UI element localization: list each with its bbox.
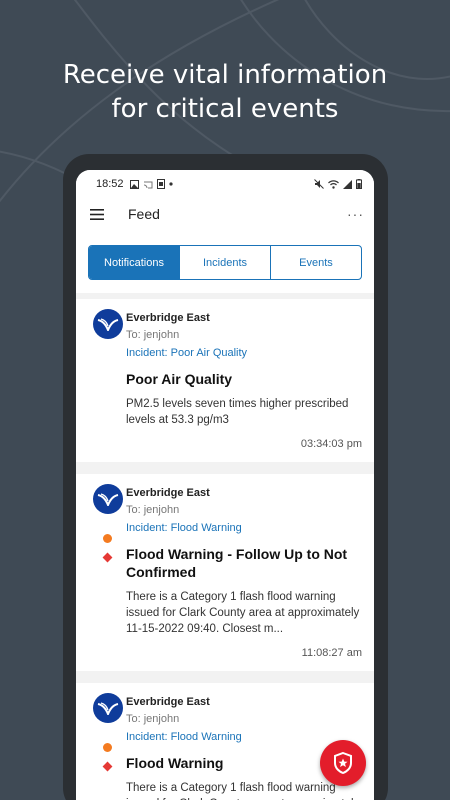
alert-title: Flood Warning - Follow Up to Not Confirm… — [126, 546, 348, 580]
dot-icon — [168, 182, 173, 186]
notification-feed: Everbridge East To: jenjohn Incident: Po… — [76, 293, 374, 800]
feed-tabs: Notifications Incidents Events — [88, 245, 362, 280]
alert-title: Poor Air Quality — [126, 371, 233, 387]
recipient: To: jenjohn — [126, 504, 180, 516]
tab-events[interactable]: Events — [270, 246, 361, 279]
alert-body: There is a Category 1 flash flood warnin… — [126, 591, 360, 635]
sender-name: Everbridge East — [126, 312, 210, 324]
status-bar: 18:52 — [76, 170, 374, 198]
signal-icon — [343, 179, 352, 189]
tab-bar-container: Notifications Incidents Events — [76, 230, 374, 293]
status-dot-icon — [103, 743, 112, 752]
battery-icon — [356, 179, 362, 189]
tab-incidents[interactable]: Incidents — [179, 246, 270, 279]
emergency-fab-button[interactable] — [320, 740, 366, 786]
image-icon — [129, 179, 139, 189]
status-dot-icon — [103, 534, 112, 543]
incident-link[interactable]: Incident: Poor Air Quality — [126, 346, 362, 360]
shield-star-icon — [334, 752, 352, 774]
severity-diamond-icon — [102, 761, 113, 772]
recipient: To: jenjohn — [126, 329, 180, 341]
marketing-headline: Receive vital information for critical e… — [0, 58, 450, 126]
incident-link[interactable]: Incident: Flood Warning — [126, 521, 362, 535]
headline-line-1: Receive vital information — [62, 60, 388, 90]
sim-icon — [156, 179, 165, 189]
severity-diamond-icon — [102, 552, 113, 563]
everbridge-logo-icon — [92, 693, 123, 723]
everbridge-logo-icon — [92, 484, 123, 514]
status-system-icons — [314, 179, 362, 189]
alert-body: There is a Category 1 flash flood warnin… — [126, 782, 359, 800]
wifi-icon — [328, 179, 339, 189]
sender-name: Everbridge East — [126, 487, 210, 499]
alert-body: PM2.5 levels seven times higher prescrib… — [126, 398, 349, 426]
alert-time: 11:08:27 am — [301, 647, 362, 659]
more-options-icon[interactable]: ··· — [347, 206, 364, 222]
app-bar: Feed ··· — [76, 198, 374, 230]
notification-card[interactable]: Everbridge East To: jenjohn Incident: Fl… — [76, 474, 374, 671]
cast-icon — [143, 181, 153, 188]
recipient: To: jenjohn — [126, 713, 180, 725]
sender-name: Everbridge East — [126, 696, 210, 708]
hamburger-menu-icon[interactable] — [90, 208, 104, 220]
notification-card[interactable]: Everbridge East To: jenjohn Incident: Po… — [76, 299, 374, 462]
headline-line-2: for critical events — [111, 94, 339, 124]
phone-screen: 18:52 Feed ··· Notifications Incidents E… — [76, 170, 374, 800]
mute-icon — [314, 179, 324, 189]
incident-link[interactable]: Incident: Flood Warning — [126, 730, 362, 744]
notification-card[interactable]: Everbridge East To: jenjohn Incident: Fl… — [76, 683, 374, 800]
tab-notifications[interactable]: Notifications — [89, 246, 179, 279]
status-time: 18:52 — [96, 178, 124, 190]
alert-time: 03:34:03 pm — [300, 438, 362, 450]
status-notification-icons — [129, 179, 173, 189]
everbridge-logo-icon — [92, 309, 123, 339]
page-title: Feed — [128, 206, 160, 222]
